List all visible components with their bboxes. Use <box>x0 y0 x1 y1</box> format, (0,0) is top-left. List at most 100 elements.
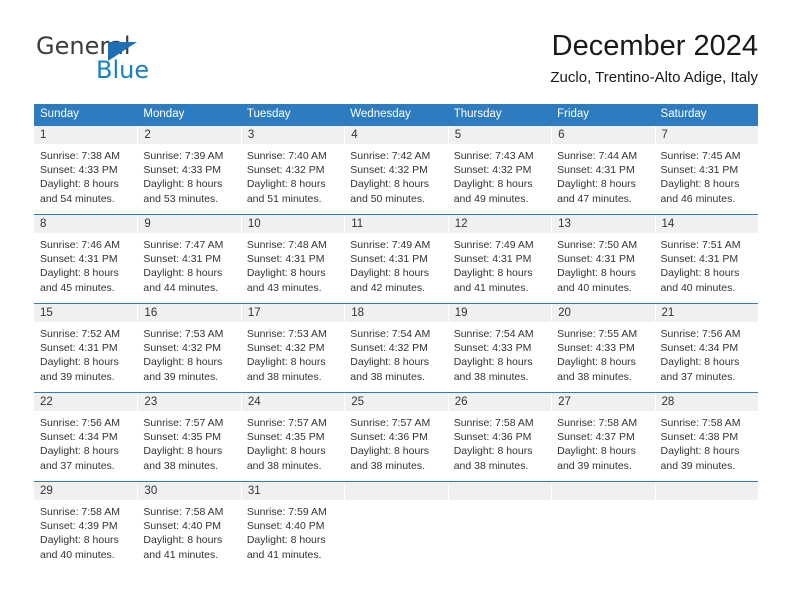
day-cell[interactable]: 6 Sunrise: 7:44 AM Sunset: 4:31 PM Dayli… <box>551 126 655 214</box>
day-cell[interactable]: 31 Sunrise: 7:59 AM Sunset: 4:40 PM Dayl… <box>240 482 345 570</box>
sunset-text: Sunset: 4:31 PM <box>557 164 635 177</box>
daylight-text-line1: Daylight: 8 hours <box>660 267 740 280</box>
day-cell[interactable]: 20 Sunrise: 7:55 AM Sunset: 4:33 PM Dayl… <box>551 304 655 392</box>
daylight-text-line2: and 39 minutes. <box>143 370 219 383</box>
day-details: Sunrise: 7:42 AM Sunset: 4:32 PM Dayligh… <box>344 144 447 206</box>
day-cell[interactable]: 16 Sunrise: 7:53 AM Sunset: 4:32 PM Dayl… <box>137 304 241 392</box>
sunrise-text: Sunrise: 7:44 AM <box>557 150 638 162</box>
day-details: Sunrise: 7:59 AM Sunset: 4:40 PM Dayligh… <box>241 500 344 562</box>
sunset-text: Sunset: 4:36 PM <box>453 431 532 444</box>
daylight-text-line2: and 46 minutes. <box>660 192 736 205</box>
daylight-text-line2: and 38 minutes. <box>350 459 425 472</box>
day-number: 7 <box>654 126 758 144</box>
day-cell-empty <box>344 482 448 570</box>
logo-text-blue: Blue <box>96 56 150 84</box>
sunset-text: Sunset: 4:31 PM <box>557 253 635 266</box>
day-cell[interactable]: 9 Sunrise: 7:47 AM Sunset: 4:31 PM Dayli… <box>137 215 241 303</box>
day-number: 29 <box>34 482 138 500</box>
day-cell[interactable]: 4 Sunrise: 7:42 AM Sunset: 4:32 PM Dayli… <box>344 126 448 214</box>
sunrise-text: Sunrise: 7:58 AM <box>143 506 224 518</box>
day-cell[interactable]: 1 Sunrise: 7:38 AM Sunset: 4:33 PM Dayli… <box>34 126 138 214</box>
day-cell[interactable]: 13 Sunrise: 7:50 AM Sunset: 4:31 PM Dayl… <box>551 215 655 303</box>
day-details: Sunrise: 7:39 AM Sunset: 4:33 PM Dayligh… <box>137 144 240 206</box>
daylight-text-line2: and 44 minutes. <box>143 281 219 294</box>
sunrise-text: Sunrise: 7:39 AM <box>143 150 224 162</box>
daylight-text-line2: and 40 minutes. <box>557 281 632 294</box>
day-number: 27 <box>551 393 655 411</box>
day-number: 6 <box>551 126 655 144</box>
day-cell[interactable]: 22 Sunrise: 7:56 AM Sunset: 4:34 PM Dayl… <box>34 393 138 481</box>
sunrise-text: Sunrise: 7:49 AM <box>453 239 534 251</box>
weekday-header-tuesday: Tuesday <box>246 108 291 120</box>
daylight-text-line1: Daylight: 8 hours <box>453 445 533 458</box>
daylight-text-line1: Daylight: 8 hours <box>246 356 326 369</box>
day-cell[interactable]: 14 Sunrise: 7:51 AM Sunset: 4:31 PM Dayl… <box>654 215 758 303</box>
daylight-text-line2: and 50 minutes. <box>350 192 425 205</box>
daylight-text-line1: Daylight: 8 hours <box>246 267 326 280</box>
daylight-text-line2: and 38 minutes. <box>453 459 529 472</box>
day-cell[interactable]: 10 Sunrise: 7:48 AM Sunset: 4:31 PM Dayl… <box>240 215 345 303</box>
day-number: 4 <box>344 126 448 144</box>
daylight-text-line2: and 38 minutes. <box>557 370 632 383</box>
day-number: 3 <box>240 126 345 144</box>
week-row: 29 Sunrise: 7:58 AM Sunset: 4:39 PM Dayl… <box>34 481 758 570</box>
day-cell[interactable]: 11 Sunrise: 7:49 AM Sunset: 4:31 PM Dayl… <box>344 215 448 303</box>
sunset-text: Sunset: 4:35 PM <box>143 431 222 444</box>
day-number: 11 <box>344 215 448 233</box>
day-number <box>654 482 758 500</box>
sunset-text: Sunset: 4:31 PM <box>40 342 118 355</box>
daylight-text-line2: and 49 minutes. <box>453 192 529 205</box>
day-cell[interactable]: 23 Sunrise: 7:57 AM Sunset: 4:35 PM Dayl… <box>137 393 241 481</box>
week-row: 22 Sunrise: 7:56 AM Sunset: 4:34 PM Dayl… <box>34 392 758 481</box>
day-number: 28 <box>654 393 758 411</box>
day-cell[interactable]: 7 Sunrise: 7:45 AM Sunset: 4:31 PM Dayli… <box>654 126 758 214</box>
sunset-text: Sunset: 4:31 PM <box>350 253 428 266</box>
daylight-text-line1: Daylight: 8 hours <box>557 267 636 280</box>
daylight-text-line1: Daylight: 8 hours <box>143 356 223 369</box>
day-details: Sunrise: 7:54 AM Sunset: 4:32 PM Dayligh… <box>344 322 447 384</box>
daylight-text-line1: Daylight: 8 hours <box>557 445 636 458</box>
week-row: 1 Sunrise: 7:38 AM Sunset: 4:33 PM Dayli… <box>34 125 758 214</box>
weekday-header-row: Sunday Monday Tuesday Wednesday Thursday… <box>34 104 758 125</box>
day-cell[interactable]: 28 Sunrise: 7:58 AM Sunset: 4:38 PM Dayl… <box>654 393 758 481</box>
day-cell[interactable]: 27 Sunrise: 7:58 AM Sunset: 4:37 PM Dayl… <box>551 393 655 481</box>
weekday-header-thursday: Thursday <box>453 108 502 120</box>
day-cell[interactable]: 17 Sunrise: 7:53 AM Sunset: 4:32 PM Dayl… <box>240 304 345 392</box>
day-cell[interactable]: 25 Sunrise: 7:57 AM Sunset: 4:36 PM Dayl… <box>344 393 448 481</box>
day-cell[interactable]: 26 Sunrise: 7:58 AM Sunset: 4:36 PM Dayl… <box>447 393 552 481</box>
sunset-text: Sunset: 4:31 PM <box>143 253 222 266</box>
day-details: Sunrise: 7:38 AM Sunset: 4:33 PM Dayligh… <box>34 144 137 206</box>
day-cell[interactable]: 12 Sunrise: 7:49 AM Sunset: 4:31 PM Dayl… <box>447 215 552 303</box>
day-details: Sunrise: 7:57 AM Sunset: 4:35 PM Dayligh… <box>137 411 240 473</box>
daylight-text-line1: Daylight: 8 hours <box>143 178 223 191</box>
day-cell-empty <box>551 482 655 570</box>
daylight-text-line2: and 54 minutes. <box>40 192 115 205</box>
day-details: Sunrise: 7:56 AM Sunset: 4:34 PM Dayligh… <box>655 322 758 384</box>
day-number: 25 <box>344 393 448 411</box>
sunrise-text: Sunrise: 7:55 AM <box>557 328 638 340</box>
day-cell[interactable]: 19 Sunrise: 7:54 AM Sunset: 4:33 PM Dayl… <box>447 304 552 392</box>
day-cell[interactable]: 21 Sunrise: 7:56 AM Sunset: 4:34 PM Dayl… <box>654 304 758 392</box>
day-cell[interactable]: 3 Sunrise: 7:40 AM Sunset: 4:32 PM Dayli… <box>240 126 345 214</box>
day-cell[interactable]: 18 Sunrise: 7:54 AM Sunset: 4:32 PM Dayl… <box>344 304 448 392</box>
sunset-text: Sunset: 4:33 PM <box>143 164 222 177</box>
day-cell[interactable]: 2 Sunrise: 7:39 AM Sunset: 4:33 PM Dayli… <box>137 126 241 214</box>
daylight-text-line1: Daylight: 8 hours <box>246 534 326 547</box>
day-cell[interactable]: 29 Sunrise: 7:58 AM Sunset: 4:39 PM Dayl… <box>34 482 138 570</box>
day-cell[interactable]: 30 Sunrise: 7:58 AM Sunset: 4:40 PM Dayl… <box>137 482 241 570</box>
day-cell[interactable]: 15 Sunrise: 7:52 AM Sunset: 4:31 PM Dayl… <box>34 304 138 392</box>
day-cell[interactable]: 24 Sunrise: 7:57 AM Sunset: 4:35 PM Dayl… <box>240 393 345 481</box>
sunrise-text: Sunrise: 7:49 AM <box>350 239 431 251</box>
daylight-text-line2: and 40 minutes. <box>40 548 115 561</box>
sunrise-text: Sunrise: 7:58 AM <box>453 417 534 429</box>
day-details: Sunrise: 7:47 AM Sunset: 4:31 PM Dayligh… <box>137 233 240 295</box>
day-details: Sunrise: 7:57 AM Sunset: 4:36 PM Dayligh… <box>344 411 447 473</box>
sunset-text: Sunset: 4:40 PM <box>246 520 325 533</box>
page-subtitle: Zuclo, Trentino-Alto Adige, Italy <box>550 69 758 86</box>
day-cell[interactable]: 8 Sunrise: 7:46 AM Sunset: 4:31 PM Dayli… <box>34 215 138 303</box>
generalblue-logo: General Blue <box>34 32 244 88</box>
daylight-text-line1: Daylight: 8 hours <box>40 445 119 458</box>
weekday-header-monday: Monday <box>143 108 185 120</box>
day-cell[interactable]: 5 Sunrise: 7:43 AM Sunset: 4:32 PM Dayli… <box>447 126 552 214</box>
title-block: December 2024 Zuclo, Trentino-Alto Adige… <box>550 28 758 89</box>
